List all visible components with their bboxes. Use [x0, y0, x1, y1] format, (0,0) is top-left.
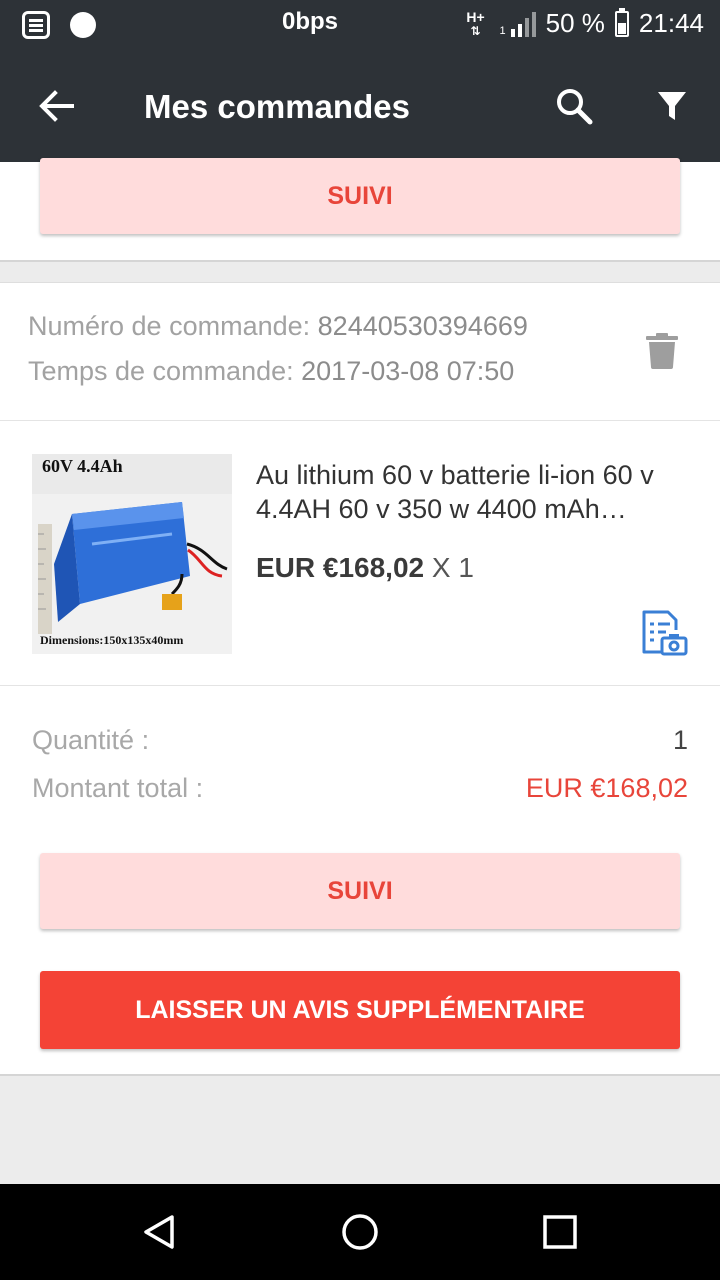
filter-icon[interactable] [644, 78, 700, 134]
order-number-label: Numéro de commande: [28, 311, 311, 341]
order-time-label: Temps de commande: [28, 356, 294, 386]
document-camera-icon[interactable] [638, 608, 688, 663]
product-image[interactable]: 60V 4.4Ah Dimensions:150x135x40mm [32, 454, 232, 654]
battery-icon [614, 7, 629, 37]
square-recents-icon[interactable] [532, 1204, 588, 1260]
order-time-value: 2017-03-08 07:50 [301, 356, 515, 386]
order-number-row: Numéro de commande: 82440530394669 [28, 311, 528, 342]
trash-icon[interactable] [646, 333, 678, 374]
leave-review-button[interactable]: LAISSER UN AVIS SUPPLÉMENTAIRE [40, 971, 680, 1049]
product-title[interactable]: Au lithium 60 v batterie li-ion 60 v 4.4… [256, 458, 692, 526]
order-time-row: Temps de commande: 2017-03-08 07:50 [28, 356, 514, 387]
order-info: Numéro de commande: 82440530394669 Temps… [0, 283, 720, 421]
clock: 21:44 [638, 8, 704, 38]
product-quantity: X 1 [431, 552, 474, 583]
app-toolbar: Mes commandes [0, 50, 720, 162]
total-row: Montant total : EUR €168,02 [32, 773, 688, 804]
product-price: EUR €168,02 [256, 552, 425, 583]
track-button[interactable]: SUIVI [40, 158, 680, 234]
total-value: EUR €168,02 [525, 773, 688, 803]
order-card: Numéro de commande: 82440530394669 Temps… [0, 282, 720, 1076]
image-caption-bottom: Dimensions:150x135x40mm [40, 633, 183, 647]
order-number-value: 82440530394669 [317, 311, 528, 341]
signal-icon: 1 [500, 11, 536, 37]
previous-order-card: SUIVI [0, 158, 720, 262]
track-button[interactable]: SUIVI [40, 853, 680, 929]
triangle-back-icon[interactable] [132, 1204, 188, 1260]
quantity-row: Quantité : 1 [32, 725, 688, 756]
product-price-row: EUR €168,02 X 1 [256, 552, 474, 584]
circle-home-icon[interactable] [332, 1204, 388, 1260]
sim-slot-label: 1 [499, 24, 506, 37]
arrow-left-icon[interactable] [28, 78, 84, 134]
battery-percent: 50 % [545, 8, 605, 38]
status-bar: 0bps H+ ⇅ 1 50 % 21:44 [0, 0, 720, 50]
system-nav-bar [0, 1184, 720, 1280]
quantity-label: Quantité : [32, 725, 150, 755]
image-caption-top: 60V 4.4Ah [42, 456, 123, 476]
page-title: Mes commandes [144, 88, 410, 125]
product-row[interactable]: 60V 4.4Ah Dimensions:150x135x40mm Au lit… [0, 422, 720, 686]
search-icon[interactable] [546, 78, 602, 134]
total-label: Montant total : [32, 773, 204, 803]
network-type-label: H+ [466, 8, 485, 25]
network-type-icon: H+ ⇅ [462, 10, 490, 38]
quantity-value: 1 [672, 725, 688, 755]
